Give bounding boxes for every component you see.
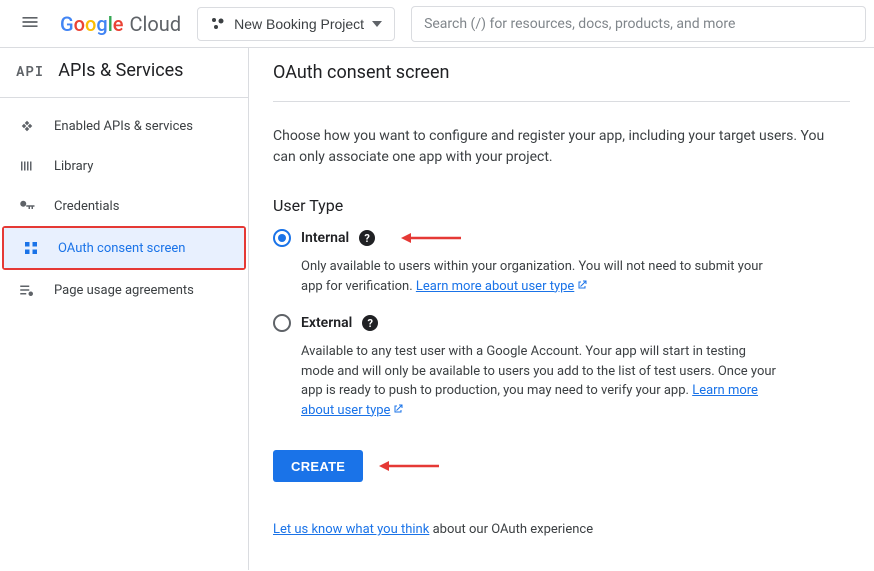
radio-external[interactable]: [273, 314, 291, 332]
sidebar-item-label: Page usage agreements: [54, 283, 194, 298]
api-icon: API: [16, 61, 44, 80]
search-placeholder: Search (/) for resources, docs, products…: [424, 16, 735, 32]
logo-cloud: Cloud: [130, 12, 182, 36]
feedback-text: Let us know what you think about our OAu…: [273, 522, 850, 537]
sidebar-item-label: Enabled APIs & services: [54, 119, 193, 134]
project-icon: [210, 16, 226, 32]
help-icon[interactable]: ?: [362, 315, 378, 331]
key-icon: [18, 197, 36, 215]
project-selector[interactable]: New Booking Project: [197, 7, 395, 41]
learn-more-internal[interactable]: Learn more about user type: [416, 279, 588, 294]
user-type-heading: User Type: [273, 196, 850, 215]
sidebar-header: API APIs & Services: [0, 48, 248, 93]
radio-internal-label: Internal: [301, 230, 349, 246]
sidebar-item-oauth[interactable]: OAuth consent screen: [4, 228, 244, 268]
sidebar-item-agreements[interactable]: Page usage agreements: [0, 270, 248, 310]
logo[interactable]: Google Cloud: [60, 12, 181, 36]
internal-description: Only available to users within your orga…: [301, 257, 781, 296]
library-icon: [18, 157, 36, 175]
consent-icon: [22, 239, 40, 257]
feedback-link[interactable]: Let us know what you think: [273, 522, 429, 537]
intro-text: Choose how you want to configure and reg…: [273, 126, 833, 168]
main-content: OAuth consent screen Choose how you want…: [249, 48, 874, 570]
sidebar-item-label: Credentials: [54, 199, 119, 214]
radio-external-label: External: [301, 315, 352, 331]
caret-down-icon: [372, 19, 382, 29]
external-description: Available to any test user with a Google…: [301, 342, 781, 420]
annotation-arrow: [379, 460, 439, 472]
project-name: New Booking Project: [234, 16, 364, 32]
create-button[interactable]: CREATE: [273, 450, 363, 482]
annotation-arrow: [401, 232, 461, 244]
radio-internal[interactable]: [273, 229, 291, 247]
sidebar-item-label: Library: [54, 159, 93, 174]
help-icon[interactable]: ?: [359, 230, 375, 246]
sidebar-item-label: OAuth consent screen: [58, 241, 185, 256]
diamond-icon: [18, 117, 36, 135]
menu-icon[interactable]: [8, 0, 52, 48]
sidebar-item-library[interactable]: Library: [0, 146, 248, 186]
sidebar-item-credentials[interactable]: Credentials: [0, 186, 248, 226]
sidebar-title: APIs & Services: [58, 60, 183, 81]
sidebar: API APIs & Services Enabled APIs & servi…: [0, 48, 249, 570]
search-input[interactable]: Search (/) for resources, docs, products…: [411, 6, 866, 42]
page-title: OAuth consent screen: [273, 48, 850, 102]
sidebar-item-enabled[interactable]: Enabled APIs & services: [0, 106, 248, 146]
external-link-icon: [576, 278, 588, 290]
external-link-icon: [392, 402, 404, 414]
settings-list-icon: [18, 281, 36, 299]
